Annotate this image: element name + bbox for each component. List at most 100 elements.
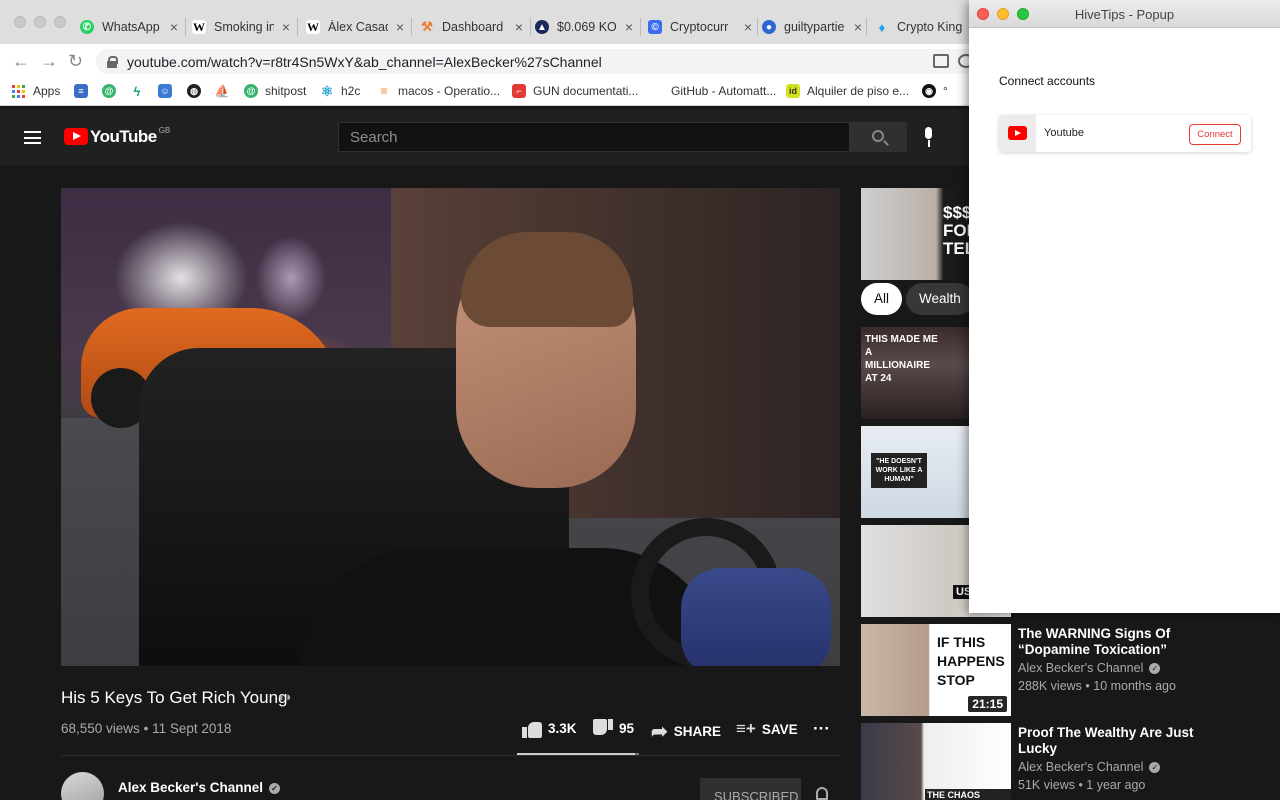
youtube-logo-text: YouTube — [90, 127, 157, 146]
tab-label: Smoking in — [214, 20, 274, 34]
bookmark-robot[interactable]: ☺ — [158, 84, 179, 98]
browser-tab-dashboard[interactable]: ⚒ Dashboard × — [420, 14, 525, 40]
react-icon: ⚛ — [320, 82, 334, 99]
youtube-icon — [1008, 126, 1027, 140]
bookmark-gun[interactable]: ⌐ GUN documentati... — [512, 84, 638, 98]
browser-tab-whatsapp[interactable]: ✆ WhatsApp × — [80, 14, 180, 40]
ship-icon: ⛵ — [214, 84, 230, 98]
channel-name[interactable]: Alex Becker's Channel ✓ — [118, 780, 281, 795]
idealista-icon: id — [786, 84, 800, 98]
bookmark-globe[interactable]: ◍ — [187, 84, 208, 98]
bookmark-lightning[interactable]: ϟ — [130, 84, 151, 99]
address-bar[interactable]: youtube.com/watch?v=r8tr4Sn5WxY&ab_chann… — [96, 49, 976, 74]
connect-button[interactable]: Connect — [1189, 124, 1241, 145]
bookmark-alquiler[interactable]: id Alquiler de piso e... — [786, 84, 909, 98]
tab-close-icon[interactable]: × — [625, 19, 633, 35]
tab-close-icon[interactable]: × — [170, 19, 178, 35]
youtube-logo[interactable]: YouTube GB — [64, 126, 170, 146]
tab-close-icon[interactable]: × — [744, 19, 752, 35]
menu-icon[interactable] — [24, 131, 41, 144]
bookmark-github[interactable]: ◉ ° — [922, 84, 948, 98]
globe-icon: ◍ — [187, 84, 201, 98]
search-input[interactable]: Search — [338, 122, 850, 152]
window-close-button[interactable] — [14, 16, 26, 28]
address-bar-url: youtube.com/watch?v=r8tr4Sn5WxY&ab_chann… — [127, 53, 602, 70]
recommendation-title[interactable]: Proof The Wealthy Are Just Lucky — [1018, 725, 1198, 757]
connect-accounts-heading: Connect accounts — [999, 74, 1096, 88]
bookmark-github-automatt[interactable]: GitHub - Automatt... — [671, 84, 776, 98]
forward-arrow-icon[interactable]: → — [40, 52, 58, 70]
share-button[interactable]: ➦ SHARE — [651, 719, 721, 744]
notification-bell-icon[interactable] — [816, 787, 828, 800]
channel-avatar[interactable] — [61, 772, 104, 800]
github-icon: ◉ — [922, 84, 936, 98]
whatsapp-icon: ✆ — [80, 20, 94, 34]
window-zoom-button[interactable] — [54, 16, 66, 28]
video-views: 68,550 views — [61, 721, 140, 736]
thumbnail-text: THIS MADE ME A MILLIONAIRE AT 24 — [865, 334, 938, 384]
like-button[interactable]: 3.3K — [522, 719, 577, 738]
video-duration: 21:15 — [968, 696, 1007, 712]
dislike-button[interactable]: 95 — [593, 719, 634, 738]
tab-close-icon[interactable]: × — [515, 19, 523, 35]
tab-label: $0.069 KO — [557, 20, 617, 34]
bookmark-h2c[interactable]: ⚛ h2c — [320, 82, 361, 99]
window-minimize-button[interactable] — [34, 16, 46, 28]
subscribe-label: SUBSCRIBED — [714, 789, 799, 800]
browser-tab-alex-casad[interactable]: W Àlex Casad × — [306, 14, 406, 40]
browser-tab-ko-price[interactable]: ▲ $0.069 KO × — [535, 14, 635, 40]
bookmark-label: shitpost — [265, 84, 307, 98]
recommendation-channel-name: Alex Becker's Channel — [1018, 760, 1144, 774]
recommendation-thumbnail[interactable]: THE CHAOS DANGER — [861, 723, 1011, 800]
recommendation-meta: 288K views • 10 months ago — [1018, 679, 1176, 693]
thumbs-up-icon — [522, 719, 542, 738]
subscribe-button[interactable]: SUBSCRIBED — [700, 778, 801, 800]
bookmark-label: ° — [943, 84, 948, 98]
swirl-icon: @ — [102, 84, 116, 98]
back-arrow-icon[interactable]: ← — [12, 52, 30, 70]
search-icon — [872, 130, 884, 142]
recommendation-meta: 51K views • 1 year ago — [1018, 778, 1146, 792]
channel-name-text: Alex Becker's Channel — [118, 780, 264, 795]
bookmark-ship[interactable]: ⛵ — [215, 84, 236, 98]
video-frame-hair — [461, 232, 633, 327]
chip-wealth[interactable]: Wealth — [906, 283, 974, 315]
tab-label: Cryptocurr — [670, 20, 729, 34]
save-button[interactable]: ≡+ SAVE — [736, 719, 798, 739]
twitter-icon: ♦ — [878, 19, 886, 35]
bookmark-label: Alquiler de piso e... — [807, 84, 910, 98]
youtube-play-icon — [64, 128, 88, 145]
recommendation-thumbnail[interactable]: IF THIS HAPPENS STOP 21:15 — [861, 624, 1011, 716]
tab-label: WhatsApp — [102, 20, 160, 34]
playlist-add-icon: ≡+ — [736, 719, 756, 738]
video-player[interactable] — [61, 188, 840, 666]
tab-close-icon[interactable]: × — [854, 19, 862, 35]
bookmark-swirl[interactable]: @ — [102, 84, 123, 98]
more-actions-button[interactable]: ··· — [813, 719, 830, 739]
tab-close-icon[interactable]: × — [396, 19, 404, 35]
chip-all[interactable]: All — [861, 283, 903, 315]
recommendation-title[interactable]: The WARNING Signs Of “Dopamine Toxicatio… — [1018, 626, 1198, 658]
screen: ✆ WhatsApp × W Smoking in × W Àlex Casad… — [0, 0, 1280, 800]
browser-tab-smoking[interactable]: W Smoking in × — [192, 14, 292, 40]
swirl-icon: @ — [244, 84, 258, 98]
coin-icon: ▲ — [535, 20, 549, 34]
browser-tab-crypto-king[interactable]: ♦ Crypto King — [875, 14, 967, 40]
search-button[interactable] — [849, 122, 907, 152]
tab-label: Crypto King — [897, 20, 963, 34]
popup-titlebar[interactable]: HiveTips - Popup — [969, 0, 1280, 28]
reload-icon[interactable]: ↻ — [68, 52, 83, 70]
microphone-icon[interactable] — [922, 127, 934, 148]
wikipedia-icon: W — [306, 19, 320, 34]
bookmark-docs[interactable]: ≡ — [74, 84, 95, 98]
bookmark-shitpost[interactable]: @ shitpost — [244, 84, 306, 98]
browser-tab-cryptocurrency[interactable]: © Cryptocurr × — [648, 14, 754, 40]
live-bars-icon: ◖◗ — [277, 689, 293, 704]
browser-tab-guiltyparties[interactable]: ● guiltypartie × — [762, 14, 864, 40]
install-app-icon[interactable] — [933, 54, 949, 68]
bookmark-macos[interactable]: ≡ macos - Operatio... — [377, 84, 500, 98]
tab-close-icon[interactable]: × — [282, 19, 290, 35]
bookmark-apps[interactable]: Apps — [12, 84, 60, 98]
video-frame-can — [681, 568, 831, 666]
recommendation-channel: Alex Becker's Channel ✓ — [1018, 661, 1161, 675]
